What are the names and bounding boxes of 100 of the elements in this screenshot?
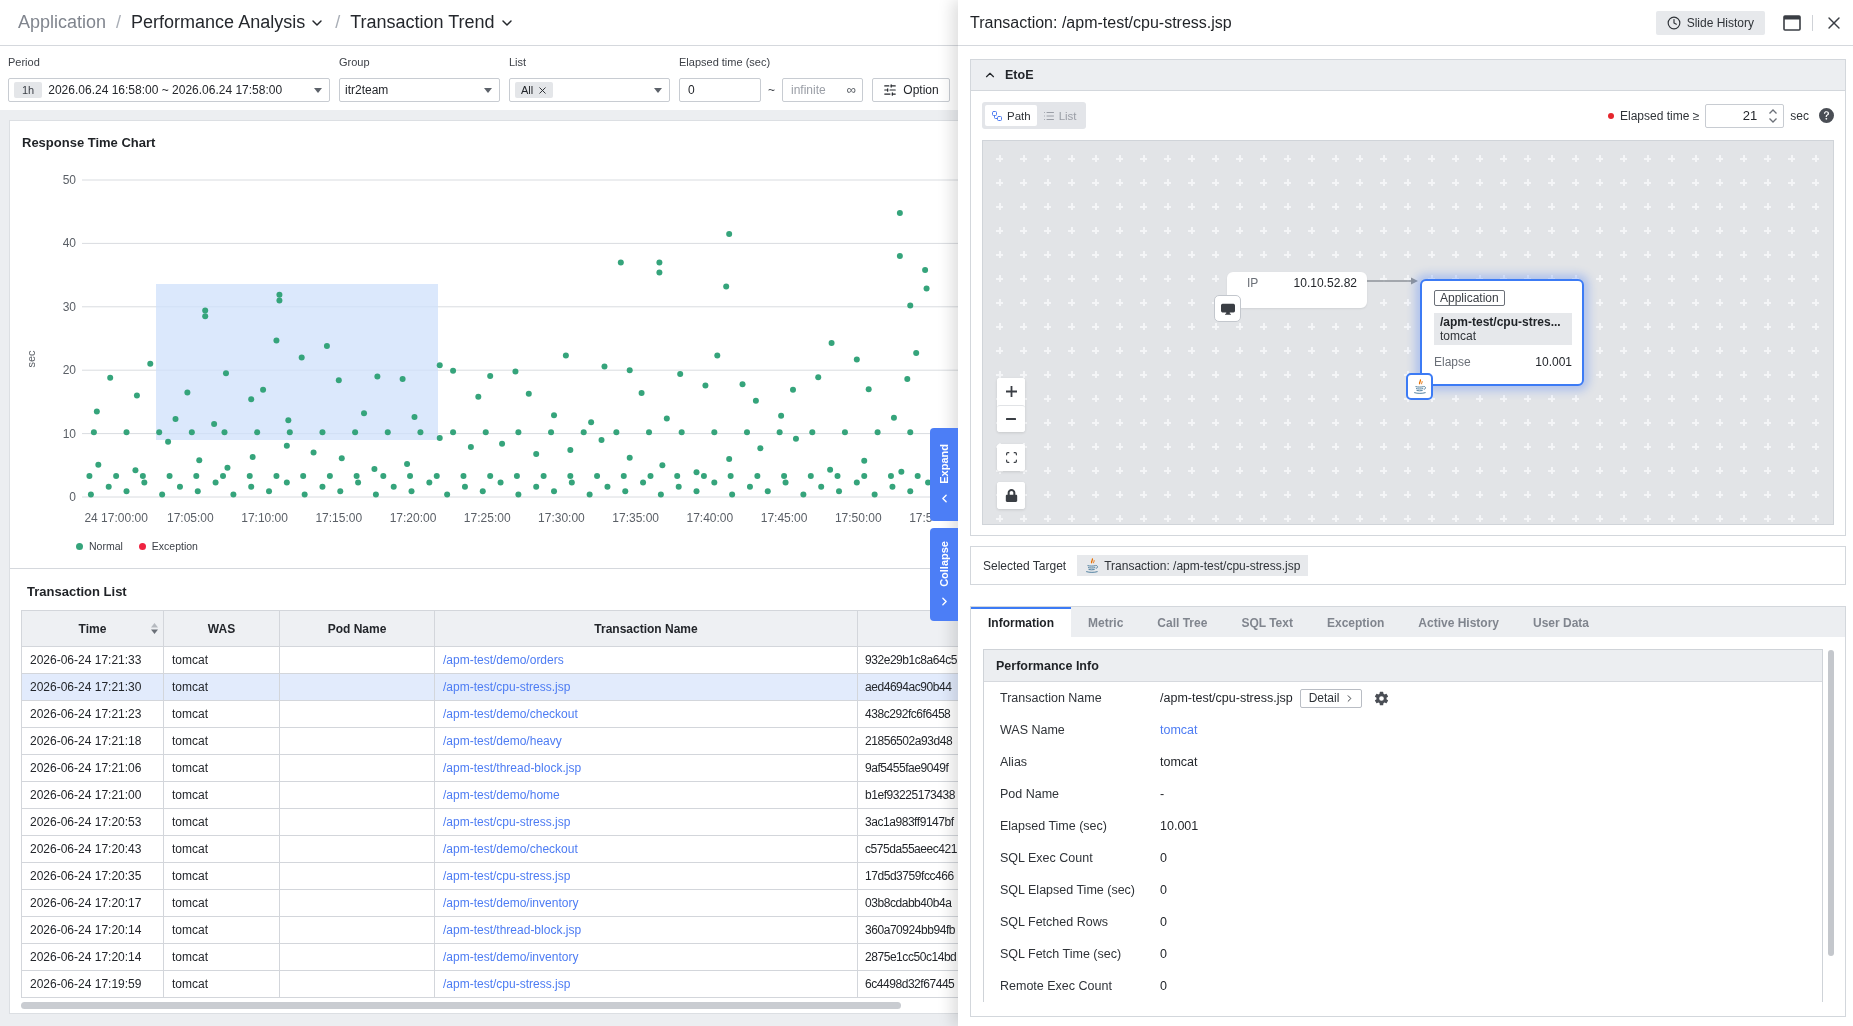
table-row[interactable]: 2026-06-24 17:21:18 tomcat /apm-test/demo/heavy 21856502a93d48 [21,727,959,755]
field-value: 0 [1160,915,1167,929]
range-separator: ~ [768,83,775,97]
field-value: - [1160,787,1165,801]
status-dot-icon [1608,112,1614,119]
transaction-link[interactable]: /apm-test/demo/inventory [443,950,579,964]
transaction-link[interactable]: /apm-test/demo/inventory [443,896,579,910]
table-cell: tomcat [163,808,280,836]
breadcrumb-separator: / [335,12,341,33]
field-label: Pod Name [1000,787,1061,801]
zoom-out-button[interactable] [997,405,1025,432]
table-row[interactable]: 2026-06-24 17:20:14 tomcat /apm-test/demo/inventory 2875e1cc50c14bd [21,943,959,971]
lock-icon [1004,489,1018,502]
lock-button[interactable] [997,482,1025,509]
application-node[interactable]: Application /apm-test/cpu-stres... tomcat Elapse 10.001 [1420,279,1584,386]
settings-icon[interactable] [1374,690,1390,706]
breadcrumb-menu[interactable]: Transaction Trend [350,12,515,33]
view-toggle-button[interactable]: Path [985,105,1037,126]
table-cell: 2026-06-24 17:20:43 [21,835,164,863]
remove-icon[interactable] [537,84,549,96]
table-cell: tomcat [163,862,280,890]
fit-view-button[interactable] [997,444,1025,471]
breadcrumb-link[interactable]: Application [18,12,107,33]
min-elapsed-input[interactable]: 0 [679,78,761,102]
filter-chip[interactable]: All [515,82,554,98]
transaction-link[interactable]: /apm-test/demo/home [443,788,560,802]
etoe-section-toggle[interactable]: EtoE [983,68,1034,82]
table-row[interactable]: 2026-06-24 17:21:00 tomcat /apm-test/demo/home b1ef93225173438 [21,781,959,809]
transaction-link[interactable]: /apm-test/thread-block.jsp [443,923,582,937]
field-label: SQL Fetch Time (sec) [1000,947,1123,961]
coffee-cup-icon [1412,379,1427,394]
table-cell: 2026-06-24 17:21:00 [21,781,164,809]
transaction-link[interactable]: /apm-test/cpu-stress.jsp [443,977,571,991]
table-row[interactable]: 2026-06-24 17:20:14 tomcat /apm-test/thread-block.jsp 360a70924bb94fb [21,916,959,944]
period-select[interactable]: 1h 2026.06.24 16:58:00 ~ 2026.06.24 17:58:00 [8,78,330,102]
table-cell: 2026-06-24 17:20:17 [21,889,164,917]
transaction-link[interactable]: /apm-test/cpu-stress.jsp [443,869,571,883]
table-row[interactable]: 2026-06-24 17:20:53 tomcat /apm-test/cpu-stress.jsp 3ac1a983ff9147bf [21,808,959,836]
transaction-link[interactable]: /apm-test/demo/orders [443,653,564,667]
field-value: 10.001 [1160,819,1199,833]
y-tick-label: 50 [62,173,77,187]
table-row[interactable]: 2026-06-24 17:20:43 tomcat /apm-test/demo/checkout c575da55aeec421 [21,835,959,863]
transaction-link[interactable]: /apm-test/demo/checkout [443,707,578,721]
table-cell: 2026-06-24 17:21:06 [21,754,164,782]
field-value: 0 [1160,979,1167,993]
table-row[interactable]: 2026-06-24 17:20:17 tomcat /apm-test/demo/inventory 03b8cdabb40b4a [21,889,959,917]
column-header: WAS [206,621,237,636]
infinity-symbol: ∞ [846,83,856,97]
metric-value: 10.001 [1535,355,1572,369]
horizontal-scrollbar[interactable] [21,1002,901,1009]
group-select[interactable]: itr2team [339,78,500,102]
list-select[interactable]: All [509,78,670,102]
help-icon[interactable] [1819,108,1834,123]
caret-down-icon [484,87,492,93]
caret-down-icon [654,87,662,93]
connector-arrow [1367,276,1418,286]
table-row[interactable]: 2026-06-24 17:19:59 tomcat /apm-test/cpu-stress.jsp 6c4498d32f67445 [21,970,959,998]
slide-history-button[interactable]: Slide History [1655,10,1765,35]
spinner-arrows-icon[interactable] [1768,107,1779,124]
x-tick-label: 17:15:00 [315,511,363,525]
field-label: List [509,56,528,69]
sliders-icon [883,83,898,97]
field-label: Elapsed Time (sec) [1000,819,1108,833]
transaction-link[interactable]: /apm-test/demo/heavy [443,734,562,748]
column-header: Pod Name [326,621,388,636]
detail-button[interactable]: Detail [1299,688,1363,708]
field-value: 0 [1160,947,1167,961]
table-cell: tomcat [163,673,280,701]
breadcrumb-menu[interactable]: Performance Analysis [131,12,326,33]
expand-tab[interactable]: Expand [930,428,958,521]
zoom-in-button[interactable] [997,378,1025,405]
tab[interactable]: Information [971,607,1071,637]
table-row[interactable]: 2026-06-24 17:21:30 tomcat /apm-test/cpu-stress.jsp aed4694ac90b44 [21,673,959,701]
transaction-link[interactable]: /apm-test/demo/checkout [443,842,578,856]
x-tick-label: 24 17:00:00 [84,511,149,525]
caret-down-icon [314,87,322,93]
vertical-scrollbar[interactable] [1828,650,1834,956]
breadcrumb-separator: / [116,12,122,33]
x-tick-label: 17:45:00 [760,511,808,525]
maximize-button[interactable] [1783,14,1801,31]
selected-target-chip[interactable]: Transaction: /apm-test/cpu-stress.jsp [1077,555,1309,576]
table-row[interactable]: 2026-06-24 17:21:33 tomcat /apm-test/demo/orders 932e29b1c8a64c5 [21,646,959,674]
field-label: Period [8,56,41,69]
table-cell: 2026-06-24 17:20:35 [21,862,164,890]
table-row[interactable]: 2026-06-24 17:21:06 tomcat /apm-test/thread-block.jsp 9af5455fae9049f [21,754,959,782]
sort-icon[interactable] [150,623,158,634]
field-value: 0 [1160,883,1167,897]
option-button[interactable]: Option [872,78,950,102]
threshold-input[interactable]: 21 [1705,103,1785,128]
collapse-tab[interactable]: Collapse [930,528,958,621]
table-row[interactable]: 2026-06-24 17:20:35 tomcat /apm-test/cpu-stress.jsp 17d5d3759fcc466 [21,862,959,890]
table-row[interactable]: 2026-06-24 17:21:23 tomcat /apm-test/demo/checkout 438c292fc6f6458 [21,700,959,728]
transaction-link[interactable]: /apm-test/cpu-stress.jsp [443,815,571,829]
was-link[interactable]: tomcat [1160,723,1198,737]
coffee-cup-icon [1085,558,1100,573]
table-cell: 2026-06-24 17:21:18 [21,727,164,755]
table-cell: tomcat [163,889,280,917]
client-node[interactable]: IP 10.10.52.82 [1227,272,1367,308]
node-type-tag: Application [1434,290,1505,306]
transaction-link[interactable]: /apm-test/thread-block.jsp [443,761,582,775]
